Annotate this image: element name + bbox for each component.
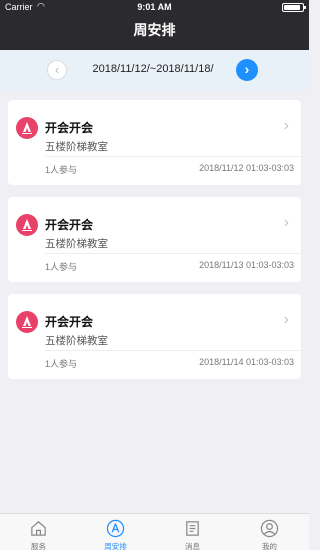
tab-label: 周安排 bbox=[104, 542, 127, 550]
meeting-icon bbox=[16, 117, 38, 139]
event-card[interactable]: 开会开会 › 五楼阶梯教室 1人参与 2018/11/14 01:03-03:0… bbox=[8, 294, 301, 379]
divider bbox=[45, 253, 301, 254]
event-card[interactable]: 开会开会 › 五楼阶梯教室 1人参与 2018/11/12 01:03-03:0… bbox=[8, 100, 301, 185]
tab-services[interactable]: 服务 bbox=[0, 514, 77, 550]
page-title: 周安排 bbox=[133, 22, 176, 38]
event-title: 开会开会 bbox=[45, 218, 94, 232]
divider bbox=[45, 350, 301, 351]
chevron-right-icon: › bbox=[283, 117, 289, 134]
chevron-left-icon: ‹ bbox=[54, 62, 60, 77]
meeting-icon bbox=[16, 311, 38, 333]
message-icon bbox=[186, 521, 199, 536]
week-range-label: 2018/11/12/~2018/11/18/ bbox=[92, 63, 214, 75]
tab-bar: 服务 周安排 消息 我的 bbox=[0, 513, 309, 550]
week-navigator: ‹ 2018/11/12/~2018/11/18/ › bbox=[0, 50, 309, 90]
profile-icon bbox=[260, 519, 279, 538]
prev-week-button[interactable]: ‹ bbox=[47, 60, 67, 80]
divider bbox=[45, 156, 301, 157]
event-participants: 1人参与 bbox=[45, 165, 78, 175]
battery-level bbox=[284, 5, 301, 10]
meeting-icon bbox=[16, 214, 38, 236]
status-time: 9:01 AM bbox=[137, 2, 172, 12]
next-week-button[interactable]: › bbox=[236, 59, 258, 81]
tab-profile[interactable]: 我的 bbox=[231, 514, 308, 550]
event-participants: 1人参与 bbox=[45, 262, 78, 272]
event-time: 2018/11/12 01:03-03:03 bbox=[199, 163, 294, 173]
event-time: 2018/11/14 01:03-03:03 bbox=[199, 357, 294, 367]
home-icon bbox=[31, 521, 46, 536]
battery-icon bbox=[282, 3, 306, 12]
event-location: 五楼阶梯教室 bbox=[45, 141, 108, 153]
tab-messages[interactable]: 消息 bbox=[154, 514, 231, 550]
event-location: 五楼阶梯教室 bbox=[45, 238, 108, 250]
top-bar: Carrier ◠ 9:01 AM 周安排 bbox=[0, 0, 309, 50]
status-bar: Carrier ◠ 9:01 AM bbox=[0, 0, 309, 16]
tab-label: 服务 bbox=[31, 542, 46, 550]
tab-label: 消息 bbox=[185, 542, 200, 550]
event-time: 2018/11/13 01:03-03:03 bbox=[199, 260, 294, 270]
event-location: 五楼阶梯教室 bbox=[45, 335, 108, 347]
tab-label: 我的 bbox=[262, 542, 277, 550]
event-title: 开会开会 bbox=[45, 315, 94, 329]
tab-schedule[interactable]: 周安排 bbox=[77, 514, 154, 550]
chevron-right-icon: › bbox=[283, 311, 289, 328]
chevron-right-icon: › bbox=[244, 61, 250, 77]
schedule-icon bbox=[106, 519, 125, 538]
event-title: 开会开会 bbox=[45, 121, 94, 135]
event-participants: 1人参与 bbox=[45, 359, 78, 369]
event-card[interactable]: 开会开会 › 五楼阶梯教室 1人参与 2018/11/13 01:03-03:0… bbox=[8, 197, 301, 282]
chevron-right-icon: › bbox=[283, 214, 289, 231]
